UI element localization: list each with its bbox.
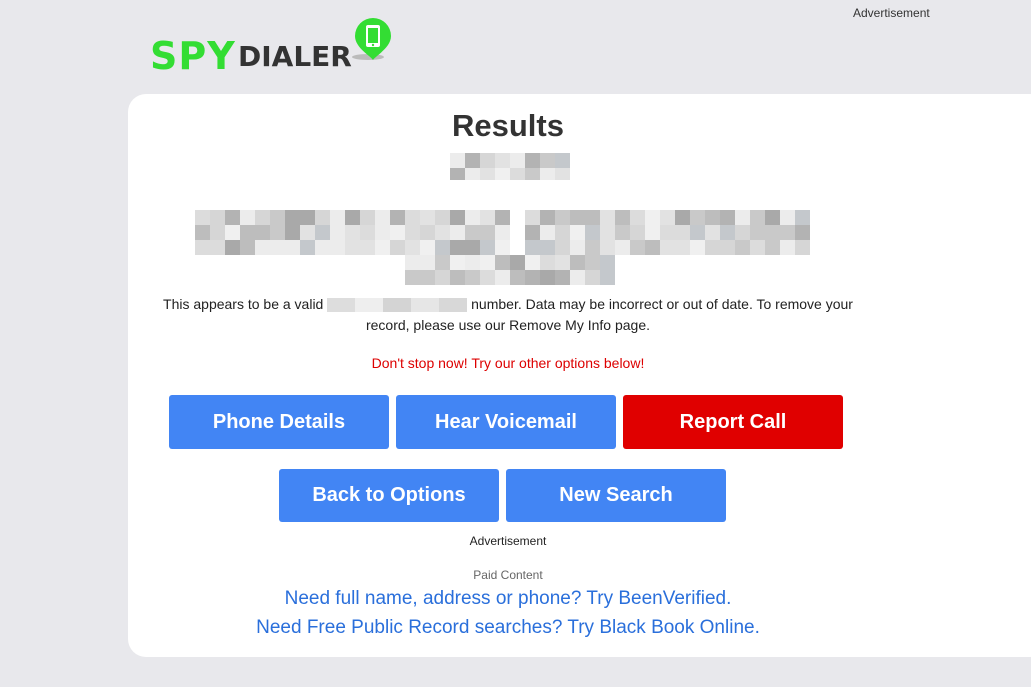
- redacted-carrier: [327, 298, 468, 313]
- hear-voicemail-button[interactable]: Hear Voicemail: [396, 395, 616, 449]
- results-card: Results This appears to be a valid numbe…: [128, 94, 1031, 657]
- validity-message: This appears to be a valid number. Data …: [148, 294, 868, 336]
- mid-advertisement-label: Advertisement: [469, 534, 547, 548]
- beenverified-link[interactable]: Need full name, address or phone? Try Be…: [128, 588, 888, 610]
- logo-spy-text: SPY: [150, 34, 236, 78]
- redacted-location: [405, 255, 615, 285]
- phone-details-button[interactable]: Phone Details: [169, 395, 389, 449]
- dont-stop-notice: Don't stop now! Try our other options be…: [371, 355, 645, 371]
- top-advertisement-label: Advertisement: [853, 6, 930, 20]
- spy-dialer-logo[interactable]: SPY DIALER: [150, 14, 410, 78]
- redacted-name-left: [195, 210, 510, 255]
- report-call-button[interactable]: Report Call: [623, 395, 843, 449]
- black-book-online-link[interactable]: Need Free Public Record searches? Try Bl…: [128, 617, 888, 639]
- new-search-button[interactable]: New Search: [506, 469, 726, 522]
- paid-content-label: Paid Content: [473, 568, 543, 582]
- redacted-phone-number: [450, 153, 570, 180]
- phone-pin-icon: [352, 18, 391, 60]
- page-title: Results: [452, 108, 564, 143]
- validity-message-start: This appears to be a valid: [163, 296, 324, 312]
- logo-dialer-text: DIALER: [238, 40, 352, 73]
- back-to-options-button[interactable]: Back to Options: [279, 469, 499, 522]
- redacted-name-right: [525, 210, 810, 255]
